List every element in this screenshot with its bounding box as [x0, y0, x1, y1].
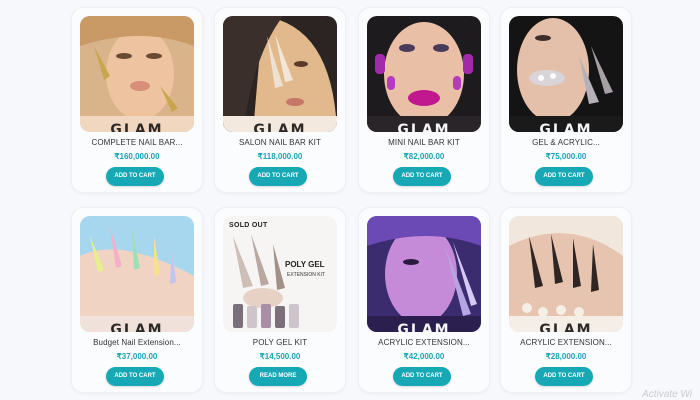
overlay-subtitle: EXTENSION KIT — [287, 272, 326, 278]
add-to-cart-button[interactable]: ADD TO CART — [393, 167, 451, 186]
product-name[interactable]: GEL & ACRYLIC... — [505, 138, 627, 147]
read-more-button[interactable]: READ MORE — [249, 367, 307, 386]
add-to-cart-button[interactable]: ADD TO CART — [393, 367, 451, 386]
product-image[interactable]: GLAM — [509, 216, 623, 332]
product-price: ₹42,000.00 — [403, 352, 445, 361]
product-name[interactable]: Budget Nail Extension... — [76, 338, 198, 347]
product-price: ₹37,000.00 — [116, 352, 158, 361]
product-card[interactable]: GLAM ACRYLIC EXTENSION... ₹28,000.00 ADD… — [500, 207, 632, 393]
brand-logo: GLAM — [539, 122, 593, 132]
product-name[interactable]: POLY GEL KIT — [219, 338, 341, 347]
product-name[interactable]: COMPLETE NAIL BAR... — [76, 138, 198, 147]
brand-logo: GLAM — [539, 322, 593, 332]
product-price: ₹118,000.00 — [257, 152, 303, 161]
product-name[interactable]: SALON NAIL BAR KIT — [219, 138, 341, 147]
product-name[interactable]: MINI NAIL BAR KIT — [363, 138, 485, 147]
product-card[interactable]: SOLD OUT POLY GEL EXTENSION KIT POLY GEL… — [214, 207, 346, 393]
brand-logo: GLAM — [110, 122, 164, 132]
brand-logo: GLAM — [110, 322, 164, 332]
brand-logo: GLAM — [253, 122, 307, 132]
product-card[interactable]: GLAM ACRYLIC EXTENSION... ₹42,000.00 ADD… — [358, 207, 490, 393]
product-price: ₹82,000.00 — [403, 152, 445, 161]
product-card[interactable]: GLAM GEL & ACRYLIC... ₹75,000.00 ADD TO … — [500, 7, 632, 193]
brand-logo: GLAM — [397, 122, 451, 132]
product-card[interactable]: GLAM Budget Nail Extension... ₹37,000.00… — [71, 207, 203, 393]
product-card[interactable]: GLAM SALON NAIL BAR KIT ₹118,000.00 ADD … — [214, 7, 346, 193]
add-to-cart-button[interactable]: ADD TO CART — [106, 367, 164, 386]
product-image[interactable]: GLAM — [223, 16, 337, 132]
product-price: ₹14,500.00 — [259, 352, 301, 361]
product-image[interactable]: SOLD OUT POLY GEL EXTENSION KIT — [223, 216, 337, 332]
product-price: ₹160,000.00 — [114, 152, 160, 161]
add-to-cart-button[interactable]: ADD TO CART — [106, 167, 164, 186]
product-name[interactable]: ACRYLIC EXTENSION... — [363, 338, 485, 347]
product-grid: GLAM COMPLETE NAIL BAR... ₹160,000.00 AD… — [0, 0, 700, 400]
add-to-cart-button[interactable]: ADD TO CART — [535, 367, 593, 386]
add-to-cart-button[interactable]: ADD TO CART — [535, 167, 593, 186]
product-image[interactable]: GLAM — [367, 16, 481, 132]
product-image[interactable]: GLAM — [80, 216, 194, 332]
product-image[interactable]: GLAM — [80, 16, 194, 132]
activation-watermark: Activate Wi — [642, 389, 692, 400]
product-name[interactable]: ACRYLIC EXTENSION... — [505, 338, 627, 347]
add-to-cart-button[interactable]: ADD TO CART — [249, 167, 307, 186]
product-price: ₹28,000.00 — [545, 352, 587, 361]
product-image[interactable]: GLAM — [509, 16, 623, 132]
product-image[interactable]: GLAM — [367, 216, 481, 332]
product-card[interactable]: GLAM COMPLETE NAIL BAR... ₹160,000.00 AD… — [71, 7, 203, 193]
brand-logo: GLAM — [397, 322, 451, 332]
product-price: ₹75,000.00 — [545, 152, 587, 161]
sold-out-badge: SOLD OUT — [229, 222, 268, 229]
product-card[interactable]: GLAM MINI NAIL BAR KIT ₹82,000.00 ADD TO… — [358, 7, 490, 193]
overlay-title: POLY GEL — [285, 260, 325, 269]
